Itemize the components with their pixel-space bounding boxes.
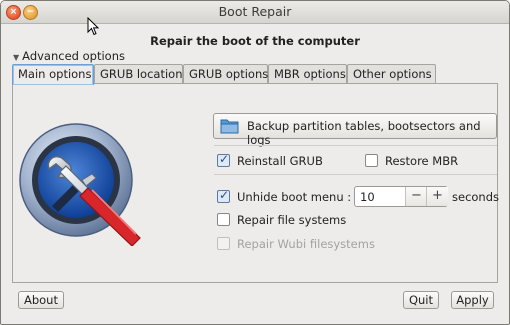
seconds-unit-label: seconds <box>452 190 500 204</box>
reinstall-grub-label: Reinstall GRUB <box>237 154 323 168</box>
tab-grub-options[interactable]: GRUB options <box>183 64 268 83</box>
tab-other-options[interactable]: Other options <box>347 64 436 83</box>
repair-wubi-checkbox[interactable] <box>217 237 230 250</box>
tab-main-options[interactable]: Main options <box>12 64 94 85</box>
expander-arrow-icon: ▼ <box>13 53 20 62</box>
tab-mbr-options[interactable]: MBR options <box>268 64 347 83</box>
backup-partition-tables-button[interactable]: Backup partition tables, bootsectors and… <box>213 113 497 147</box>
repair-wubi-label: Repair Wubi filesystems <box>237 237 375 251</box>
reinstall-grub-checkbox[interactable]: ✓ <box>217 152 230 167</box>
about-button[interactable]: About <box>18 291 64 309</box>
increment-button[interactable]: + <box>426 187 448 206</box>
window-title: Boot Repair <box>218 4 292 19</box>
quit-button[interactable]: Quit <box>403 291 439 309</box>
checkmark-icon: ✓ <box>219 152 230 166</box>
boot-repair-logo-icon <box>19 123 141 246</box>
repair-file-systems-label: Repair file systems <box>237 213 347 227</box>
unhide-boot-menu-label: Unhide boot menu : <box>237 190 352 204</box>
advanced-options-expander[interactable]: ▼ Advanced options <box>13 49 125 63</box>
boot-repair-window: × − Boot Repair Repair the boot of the c… <box>0 0 510 325</box>
separator <box>214 145 497 146</box>
restore-mbr-label: Restore MBR <box>385 154 459 168</box>
backup-button-label: Backup partition tables, bootsectors and… <box>247 119 481 147</box>
apply-button[interactable]: Apply <box>451 291 494 309</box>
tab-grub-location[interactable]: GRUB location <box>94 64 183 83</box>
spinbox-value[interactable]: 10 <box>360 190 375 204</box>
unhide-boot-menu-checkbox[interactable]: ✓ <box>217 188 230 203</box>
page-heading: Repair the boot of the computer <box>150 34 360 48</box>
decrement-button[interactable]: − <box>405 187 427 206</box>
boot-menu-seconds-spinbox[interactable]: 10 − + <box>354 186 448 207</box>
folder-icon <box>220 119 239 134</box>
repair-file-systems-checkbox[interactable] <box>217 213 230 226</box>
title-bar: × − Boot Repair <box>1 1 509 24</box>
restore-mbr-checkbox[interactable] <box>365 154 378 167</box>
expander-label: Advanced options <box>22 49 125 63</box>
checkmark-icon: ✓ <box>219 188 230 202</box>
separator <box>214 174 497 175</box>
